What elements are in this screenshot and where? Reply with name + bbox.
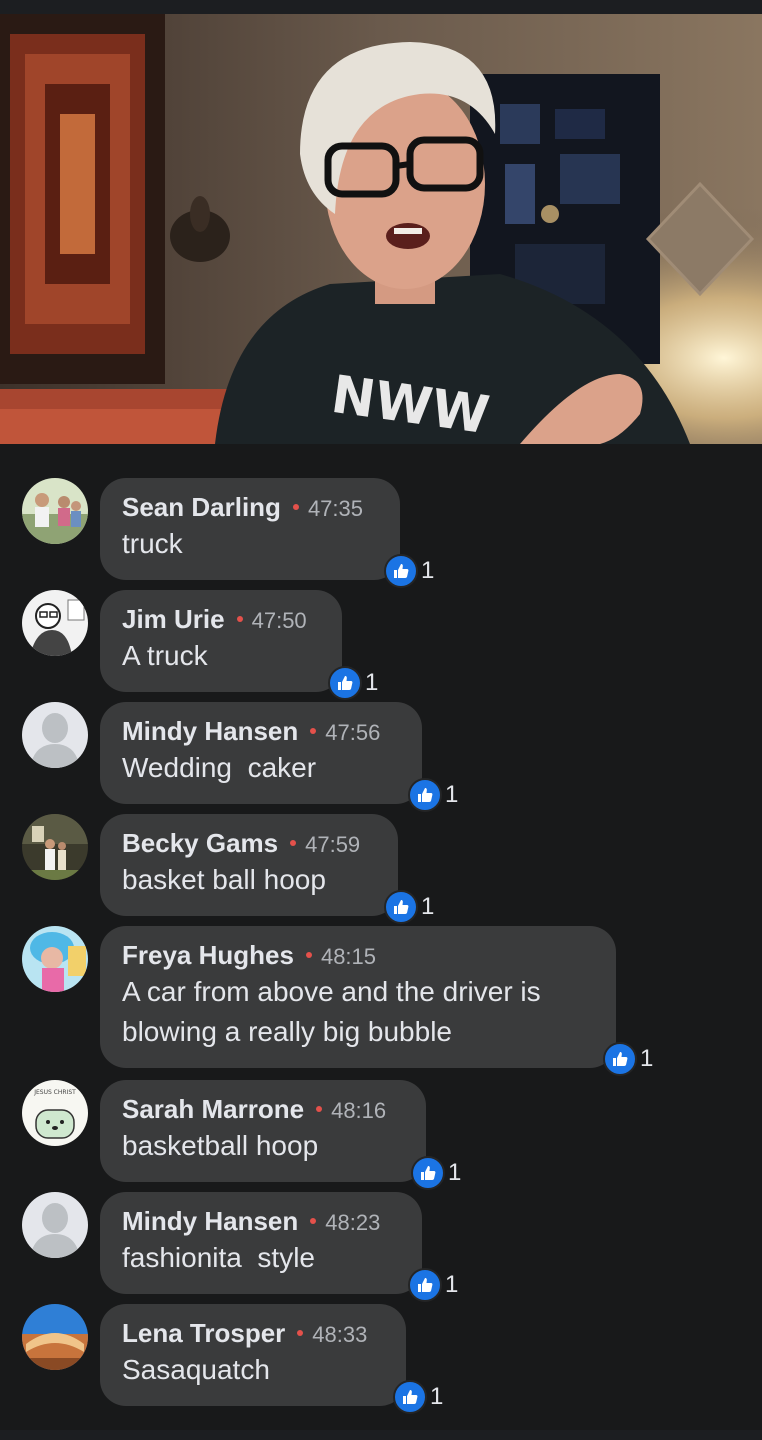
reaction-summary[interactable]: 1 — [384, 890, 434, 924]
separator-dot — [292, 504, 299, 510]
comments-list: Sean Darling 47:35 truck 1 Jim Urie 47:5… — [0, 444, 762, 1440]
comment-author[interactable]: Mindy Hansen — [122, 1206, 298, 1237]
reaction-summary[interactable]: 1 — [384, 554, 434, 588]
separator-dot — [236, 616, 243, 622]
comment-author[interactable]: Jim Urie — [122, 604, 225, 635]
reaction-count: 1 — [640, 1045, 654, 1072]
reaction-count: 1 — [430, 1383, 444, 1410]
reaction-summary[interactable]: 1 — [393, 1380, 443, 1414]
live-video-screen: NWW Sean Darling 47:35 truck 1 Jim Urie … — [0, 0, 762, 1440]
separator-dot — [316, 1106, 323, 1112]
comment-timestamp[interactable]: 48:33 — [312, 1322, 367, 1348]
avatar[interactable] — [22, 1304, 88, 1370]
reaction-summary[interactable]: 1 — [411, 1156, 461, 1190]
reaction-summary[interactable]: 1 — [408, 1268, 458, 1302]
thumbs-up-icon — [384, 890, 418, 924]
comment-bubble: Jim Urie 47:50 A truck — [100, 590, 342, 692]
reaction-summary[interactable]: 1 — [328, 666, 378, 700]
comment-text: fashionita style — [122, 1242, 315, 1273]
separator-dot — [310, 728, 317, 734]
reaction-count: 1 — [448, 1159, 462, 1186]
avatar[interactable]: JESUS CHRIST — [22, 1080, 88, 1146]
reaction-count: 1 — [445, 1271, 459, 1298]
wall-painting-left — [0, 14, 165, 384]
thumbs-up-icon — [393, 1380, 427, 1414]
comment-text: truck — [122, 528, 183, 559]
thumbs-up-icon — [384, 554, 418, 588]
thumbs-up-icon — [408, 778, 442, 812]
comment-bubble: Sarah Marrone 48:16 basketball hoop — [100, 1080, 426, 1182]
comment-author[interactable]: Freya Hughes — [122, 940, 294, 971]
comment-author[interactable]: Mindy Hansen — [122, 716, 298, 747]
live-video-player[interactable]: NWW — [0, 14, 762, 444]
comment-timestamp[interactable]: 47:56 — [325, 720, 380, 746]
comment-author[interactable]: Sean Darling — [122, 492, 281, 523]
reaction-summary[interactable]: 1 — [408, 778, 458, 812]
separator-dot — [290, 840, 297, 846]
status-bar — [0, 0, 762, 14]
avatar[interactable] — [22, 478, 88, 544]
comment-text: Sasaquatch — [122, 1354, 270, 1385]
comment-bubble: Lena Trosper 48:33 Sasaquatch — [100, 1304, 406, 1406]
comment-text: A truck — [122, 640, 208, 671]
comment-timestamp[interactable]: 48:15 — [321, 944, 376, 970]
separator-dot — [305, 952, 312, 958]
thumbs-up-icon — [408, 1268, 442, 1302]
comment-bubble: Mindy Hansen 48:23 fashionita style — [100, 1192, 422, 1294]
avatar[interactable] — [22, 702, 88, 768]
comment-text: Wedding caker — [122, 752, 317, 783]
video-frame: NWW — [0, 14, 762, 444]
reaction-count: 1 — [445, 781, 459, 808]
comment-text: basket ball hoop — [122, 864, 326, 895]
reaction-count: 1 — [421, 557, 435, 584]
comment-timestamp[interactable]: 47:50 — [252, 608, 307, 634]
comment-author[interactable]: Sarah Marrone — [122, 1094, 304, 1125]
reaction-count: 1 — [365, 669, 379, 696]
comment-text: A car from above and the driver is blowi… — [122, 976, 549, 1047]
comment-timestamp[interactable]: 48:16 — [331, 1098, 386, 1124]
avatar[interactable] — [22, 814, 88, 880]
comment-bubble: Sean Darling 47:35 truck — [100, 478, 400, 580]
comment-bubble: Becky Gams 47:59 basket ball hoop — [100, 814, 398, 916]
reaction-summary[interactable]: 1 — [603, 1042, 653, 1076]
comment-timestamp[interactable]: 47:35 — [308, 496, 363, 522]
thumbs-up-icon — [411, 1156, 445, 1190]
comment-bubble: Mindy Hansen 47:56 Wedding caker — [100, 702, 422, 804]
comment-text: basketball hoop — [122, 1130, 319, 1161]
separator-dot — [310, 1218, 317, 1224]
comment-timestamp[interactable]: 48:23 — [325, 1210, 380, 1236]
thumbs-up-icon — [603, 1042, 637, 1076]
bottom-edge — [0, 1430, 762, 1440]
svg-text:JESUS CHRIST: JESUS CHRIST — [33, 1089, 76, 1096]
comment-author[interactable]: Lena Trosper — [122, 1318, 285, 1349]
separator-dot — [297, 1330, 304, 1336]
comment-author[interactable]: Becky Gams — [122, 828, 278, 859]
avatar[interactable] — [22, 926, 88, 992]
thumbs-up-icon — [328, 666, 362, 700]
comment-timestamp[interactable]: 47:59 — [305, 832, 360, 858]
comment-bubble: Freya Hughes 48:15 A car from above and … — [100, 926, 616, 1068]
avatar[interactable] — [22, 590, 88, 656]
avatar[interactable] — [22, 1192, 88, 1258]
reaction-count: 1 — [421, 893, 435, 920]
